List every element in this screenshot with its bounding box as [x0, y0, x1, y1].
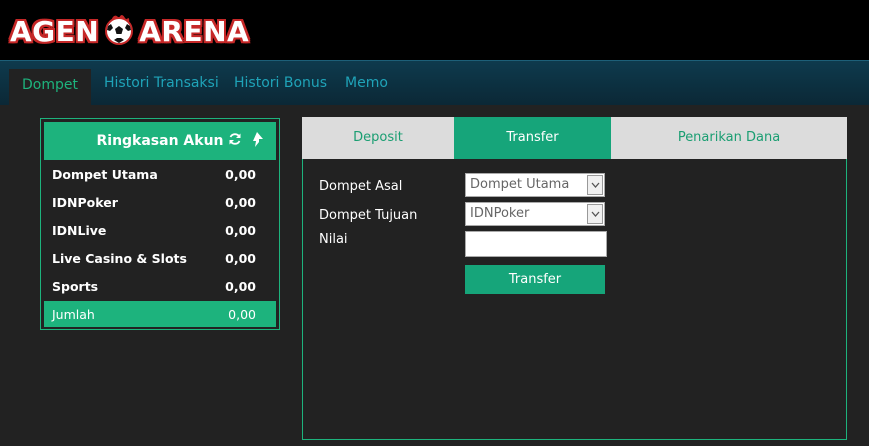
logo-text-left: AGEN: [10, 14, 100, 48]
summary-row-value: 0,00: [225, 250, 256, 266]
soccer-ball-icon: [105, 14, 134, 45]
summary-total-value: 0,00: [228, 306, 256, 322]
summary-row-label: Live Casino & Slots: [52, 250, 187, 266]
summary-row: IDNPoker 0,00: [44, 189, 276, 215]
summary-row: Live Casino & Slots 0,00: [44, 245, 276, 271]
tab-deposit[interactable]: Deposit: [302, 117, 454, 159]
summary-title: Ringkasan Akun: [96, 133, 224, 149]
nav-tab-memo[interactable]: Memo: [345, 61, 388, 105]
transfer-button[interactable]: Transfer: [465, 265, 605, 294]
summary-row: IDNLive 0,00: [44, 217, 276, 243]
summary-row-label: IDNLive: [52, 222, 107, 238]
amount-label: Nilai: [319, 232, 348, 247]
logo-text-right: ARENA: [139, 14, 250, 48]
transfer-up-icon[interactable]: [250, 132, 264, 148]
nav-tab-histori-bonus[interactable]: Histori Bonus: [234, 61, 327, 105]
summary-row-label: IDNPoker: [52, 194, 118, 210]
site-header: AGEN ARENA: [0, 0, 869, 60]
summary-row: Sports 0,00: [44, 273, 276, 299]
tab-penarikan-dana[interactable]: Penarikan Dana: [611, 117, 847, 159]
wallet-tabs: Deposit Transfer Penarikan Dana: [302, 117, 847, 159]
summary-total-label: Jumlah: [52, 306, 95, 322]
summary-row-value: 0,00: [225, 222, 256, 238]
from-wallet-select[interactable]: Dompet Utama: [465, 173, 605, 197]
tab-transfer[interactable]: Transfer: [454, 117, 611, 159]
from-wallet-label: Dompet Asal: [319, 179, 403, 194]
summary-row-label: Sports: [52, 278, 99, 294]
summary-row-value: 0,00: [225, 194, 256, 210]
site-logo[interactable]: AGEN ARENA: [10, 4, 249, 58]
main-nav: Dompet Histori Transaksi Histori Bonus M…: [0, 60, 869, 115]
summary-row: Dompet Utama 0,00: [44, 161, 276, 187]
to-wallet-select[interactable]: IDNPoker: [465, 202, 605, 226]
from-wallet-value: Dompet Utama: [470, 177, 570, 192]
summary-total-row: Jumlah 0,00: [44, 301, 276, 327]
amount-input[interactable]: [465, 231, 607, 257]
transfer-form: Dompet Asal Dompet Utama Dompet Tujuan I…: [302, 159, 847, 440]
summary-header: Ringkasan Akun: [44, 122, 276, 160]
refresh-icon[interactable]: [228, 132, 242, 146]
chevron-down-icon: [587, 175, 603, 195]
chevron-down-icon: [587, 204, 603, 224]
summary-row-value: 0,00: [225, 166, 256, 182]
nav-tab-histori-transaksi[interactable]: Histori Transaksi: [104, 61, 219, 105]
nav-tab-dompet[interactable]: Dompet: [9, 69, 91, 115]
summary-row-value: 0,00: [225, 278, 256, 294]
summary-row-label: Dompet Utama: [52, 166, 158, 182]
to-wallet-value: IDNPoker: [470, 206, 530, 221]
to-wallet-label: Dompet Tujuan: [319, 208, 418, 223]
account-summary-panel: Ringkasan Akun Dompet Utama 0,00 IDNPoke…: [40, 118, 280, 330]
